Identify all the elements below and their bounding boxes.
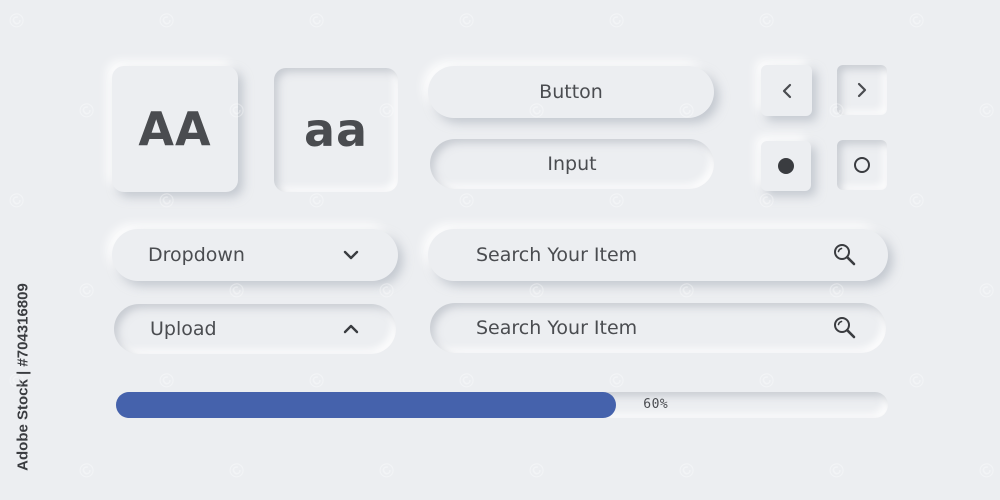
watermark-glyph: ©	[604, 7, 630, 35]
watermark-glyph: ©	[154, 7, 180, 35]
watermark-glyph: ©	[824, 457, 850, 485]
button-label: Button	[539, 81, 603, 103]
radio-selected[interactable]	[761, 141, 811, 191]
lowercase-tile: aa	[274, 68, 398, 192]
dropdown-label: Dropdown	[148, 244, 245, 266]
search-bar-secondary[interactable]: Search Your Item	[430, 303, 886, 353]
progress-label: 60%	[643, 397, 669, 412]
watermark-glyph: ©	[454, 187, 480, 215]
stock-credit: Adobe Stock | #704316809	[10, 262, 36, 492]
progress-fill	[116, 392, 617, 418]
watermark-glyph: ©	[74, 457, 100, 485]
input-field[interactable]: Input	[430, 139, 714, 189]
watermark-glyph: ©	[524, 277, 550, 305]
primary-button[interactable]: Button	[428, 66, 714, 118]
radio-filled-icon	[777, 157, 795, 175]
watermark-glyph: ©	[454, 7, 480, 35]
watermark-glyph: ©	[674, 457, 700, 485]
next-button[interactable]	[837, 65, 887, 115]
input-label: Input	[547, 153, 597, 175]
stock-credit-text: Adobe Stock | #704316809	[14, 283, 32, 471]
watermark-glyph: ©	[74, 277, 100, 305]
watermark-glyph: ©	[304, 7, 330, 35]
radio-empty-icon	[853, 156, 871, 174]
watermark-glyph: ©	[974, 97, 1000, 125]
watermark-glyph: ©	[604, 187, 630, 215]
watermark-glyph: ©	[754, 187, 780, 215]
search-icon[interactable]	[832, 315, 858, 341]
chevron-down-icon	[342, 249, 360, 261]
search-icon[interactable]	[832, 242, 858, 268]
watermark-glyph: ©	[754, 7, 780, 35]
chevron-right-icon	[854, 81, 870, 99]
watermark-glyph: ©	[524, 457, 550, 485]
watermark-glyph: ©	[74, 97, 100, 125]
chevron-up-icon	[342, 323, 360, 335]
progress-bar: 60%	[116, 392, 888, 418]
search-placeholder: Search Your Item	[476, 317, 638, 339]
watermark-glyph: ©	[224, 457, 250, 485]
watermark-glyph: ©	[4, 7, 30, 35]
watermark-glyph: ©	[374, 277, 400, 305]
watermark-glyph: ©	[224, 277, 250, 305]
uppercase-sample: AA	[138, 102, 212, 156]
watermark-glyph: ©	[904, 367, 930, 395]
watermark-glyph: ©	[374, 457, 400, 485]
chevron-left-icon	[779, 82, 795, 100]
watermark-glyph: ©	[974, 277, 1000, 305]
watermark-glyph: ©	[674, 277, 700, 305]
uppercase-tile: AA	[112, 66, 238, 192]
watermark-glyph: ©	[904, 187, 930, 215]
watermark-glyph: ©	[824, 277, 850, 305]
watermark-glyph: ©	[4, 187, 30, 215]
upload-label: Upload	[150, 318, 217, 340]
search-bar-primary[interactable]: Search Your Item	[428, 229, 888, 281]
dropdown-select[interactable]: Dropdown	[112, 229, 398, 281]
prev-button[interactable]	[761, 65, 812, 116]
lowercase-sample: aa	[303, 103, 369, 157]
watermark-glyph: ©	[904, 7, 930, 35]
radio-unselected[interactable]	[837, 140, 887, 190]
watermark-glyph: ©	[974, 457, 1000, 485]
search-placeholder: Search Your Item	[476, 244, 638, 266]
upload-control[interactable]: Upload	[114, 304, 396, 354]
